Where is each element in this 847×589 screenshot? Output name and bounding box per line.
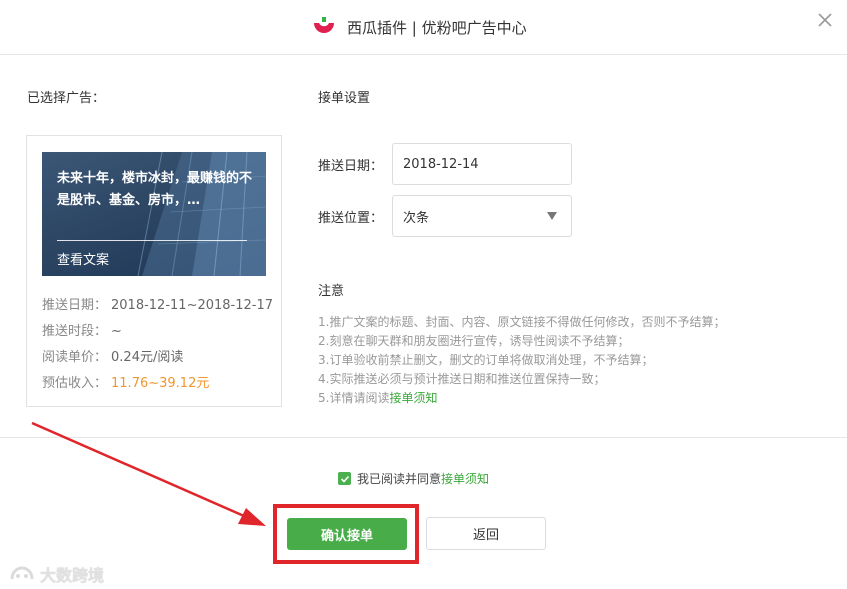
notice-item: 4.实际推送必须与预计推送日期和推送位置保持一致； <box>318 372 606 386</box>
notice-title: 注意 <box>318 284 345 299</box>
selected-ad-label: 已选择广告： <box>27 91 106 106</box>
ad-push-date-row: 推送日期： 2018-12-11~2018-12-17 <box>42 294 273 313</box>
confirm-order-button[interactable]: 确认接单 <box>287 518 407 550</box>
ad-push-date-label: 推送日期： <box>42 298 108 313</box>
ad-unit-price-label: 阅读单价： <box>42 350 108 365</box>
notice-item: 1.推广文案的标题、封面、内容、原文链接不得做任何修改，否则不予结算； <box>318 315 726 329</box>
agreement-row: 我已阅读并同意 接单须知 <box>338 470 489 487</box>
push-position-row: 推送位置： 次条 <box>318 195 572 237</box>
notice-item: 2.刻意在聊天群和朋友圈进行宣传，诱导性阅读不予结算； <box>318 334 630 348</box>
ad-unit-price-row: 阅读单价： 0.24元/阅读 <box>42 346 183 365</box>
view-copy-link[interactable]: 查看文案 <box>57 249 109 268</box>
selected-ad-card: 未来十年，楼市冰封，最赚钱的不是股市、基金、房市，… 查看文案 推送日期： 201… <box>26 135 282 407</box>
ad-push-period-value: ~ <box>111 324 122 339</box>
push-position-value: 次条 <box>403 210 430 226</box>
ad-title: 未来十年，楼市冰封，最赚钱的不是股市、基金、房市，… <box>57 171 253 208</box>
watermark-text: 大数跨境 <box>40 566 105 585</box>
agree-checkbox[interactable] <box>338 472 351 485</box>
header-title-group: 西瓜插件 | 优粉吧广告中心 <box>311 14 527 40</box>
order-rules-link[interactable]: 接单须知 <box>389 391 437 405</box>
agree-text: 我已阅读并同意 <box>357 472 442 486</box>
ad-cover-image: 未来十年，楼市冰封，最赚钱的不是股市、基金、房市，… 查看文案 <box>42 152 266 276</box>
back-button[interactable]: 返回 <box>426 517 546 550</box>
ad-push-period-row: 推送时段： ~ <box>42 320 122 339</box>
push-date-input[interactable] <box>392 143 572 185</box>
notice-item: 5.详情请阅读接单须知 <box>318 389 725 408</box>
agree-rules-link[interactable]: 接单须知 <box>441 470 489 487</box>
dialog-title: 西瓜插件 | 优粉吧广告中心 <box>347 18 527 37</box>
ad-divider <box>57 240 247 241</box>
ad-est-income-row: 预估收入： 11.76~39.12元 <box>42 372 209 391</box>
ad-push-period-label: 推送时段： <box>42 324 108 339</box>
push-date-label: 推送日期： <box>318 158 384 174</box>
notice-item: 3.订单验收前禁止删文，删文的订单将做取消处理，不予结算； <box>318 353 654 367</box>
ad-est-income-value: 11.76~39.12元 <box>111 376 210 391</box>
check-icon <box>340 475 349 483</box>
order-settings-label: 接单设置 <box>318 91 371 106</box>
dialog-header: 西瓜插件 | 优粉吧广告中心 <box>0 0 847 55</box>
watermark: 大数跨境 <box>8 562 104 586</box>
brand-logo-icon <box>314 17 334 33</box>
ad-push-date-value: 2018-12-11~2018-12-17 <box>111 298 274 313</box>
push-position-select[interactable]: 次条 <box>392 195 572 237</box>
notice-list: 1.推广文案的标题、封面、内容、原文链接不得做任何修改，否则不予结算； 2.刻意… <box>318 313 725 408</box>
footer-divider <box>0 437 847 438</box>
push-date-row: 推送日期： <box>318 143 572 185</box>
watermark-logo-icon <box>10 566 34 580</box>
ad-est-income-label: 预估收入： <box>42 376 108 391</box>
push-position-label: 推送位置： <box>318 210 384 226</box>
ad-unit-price-value: 0.24元/阅读 <box>111 350 184 365</box>
close-icon[interactable] <box>817 12 833 28</box>
notice-item-prefix: 5.详情请阅读 <box>318 391 390 405</box>
chevron-down-icon <box>547 212 557 220</box>
